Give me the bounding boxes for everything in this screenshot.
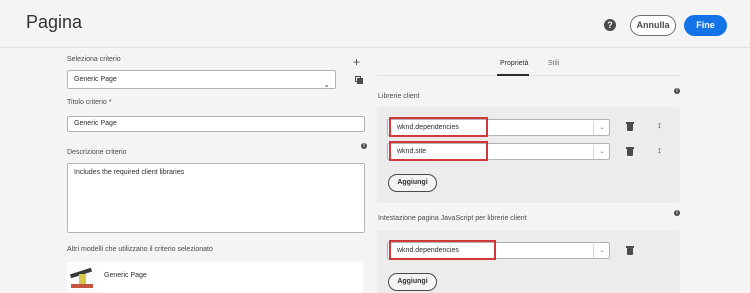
info-icon[interactable]: i [674,210,680,216]
cancel-button[interactable]: Annulla [630,15,676,36]
highlight-box [389,141,488,161]
policy-title-label: Titolo criterio * [67,99,112,106]
dialog-title: Pagina [26,12,83,32]
active-tab-indicator [497,74,529,76]
highlight-box [389,240,496,260]
add-client-library-button[interactable]: Aggiungi [388,174,437,192]
other-templates-label: Altri modelli che utilizzano il criterio… [67,246,213,253]
js-head-library-row: wknd.dependencies ⌄ [387,240,617,260]
client-library-row: wknd.site ⌄ [387,141,617,161]
add-js-head-library-button[interactable]: Aggiungi [388,273,437,291]
template-name: Generic Page [104,272,147,279]
info-icon[interactable]: i [674,88,680,94]
chevron-down-icon[interactable]: ⌄ [593,244,610,258]
reorder-icon[interactable]: ↕ [655,145,664,156]
template-item[interactable]: Generic Page [67,262,363,293]
info-icon[interactable]: i [361,143,367,149]
policy-select-label: Seleziona criterio [67,56,121,63]
policy-title-input[interactable]: Generic Page [67,116,365,132]
delete-icon[interactable] [626,122,634,131]
policy-description-textarea[interactable]: Includes the required client libraries [67,163,365,233]
delete-icon[interactable] [626,246,634,255]
chevron-down-icon[interactable]: ⌄ [593,145,610,159]
policy-description-label: Descrizione criterio [67,149,127,156]
tab-properties[interactable]: Proprietà [500,60,528,67]
dialog-header: Pagina ? Annulla Fine [0,0,750,48]
done-button[interactable]: Fine [684,15,727,36]
chevron-down-icon[interactable]: ⌄ [593,121,610,135]
client-library-row: wknd.dependencies ⌄ [387,117,617,137]
delete-icon[interactable] [626,147,634,156]
help-icon[interactable]: ? [604,19,616,31]
policy-select[interactable]: Generic Page ⌄ [67,70,336,89]
reorder-icon[interactable]: ↕ [655,120,664,131]
add-policy-icon[interactable]: + [353,55,360,69]
policy-select-value: Generic Page [74,76,117,83]
highlight-box [389,117,488,137]
template-thumbnail [67,264,97,293]
chevron-down-icon: ⌄ [323,80,330,89]
client-libraries-label: Librerie client [378,93,420,100]
duplicate-policy-icon[interactable] [355,76,363,84]
tab-styles[interactable]: Stili [548,60,559,67]
js-head-label: Intestazione pagina JavaScript per libre… [378,215,527,222]
